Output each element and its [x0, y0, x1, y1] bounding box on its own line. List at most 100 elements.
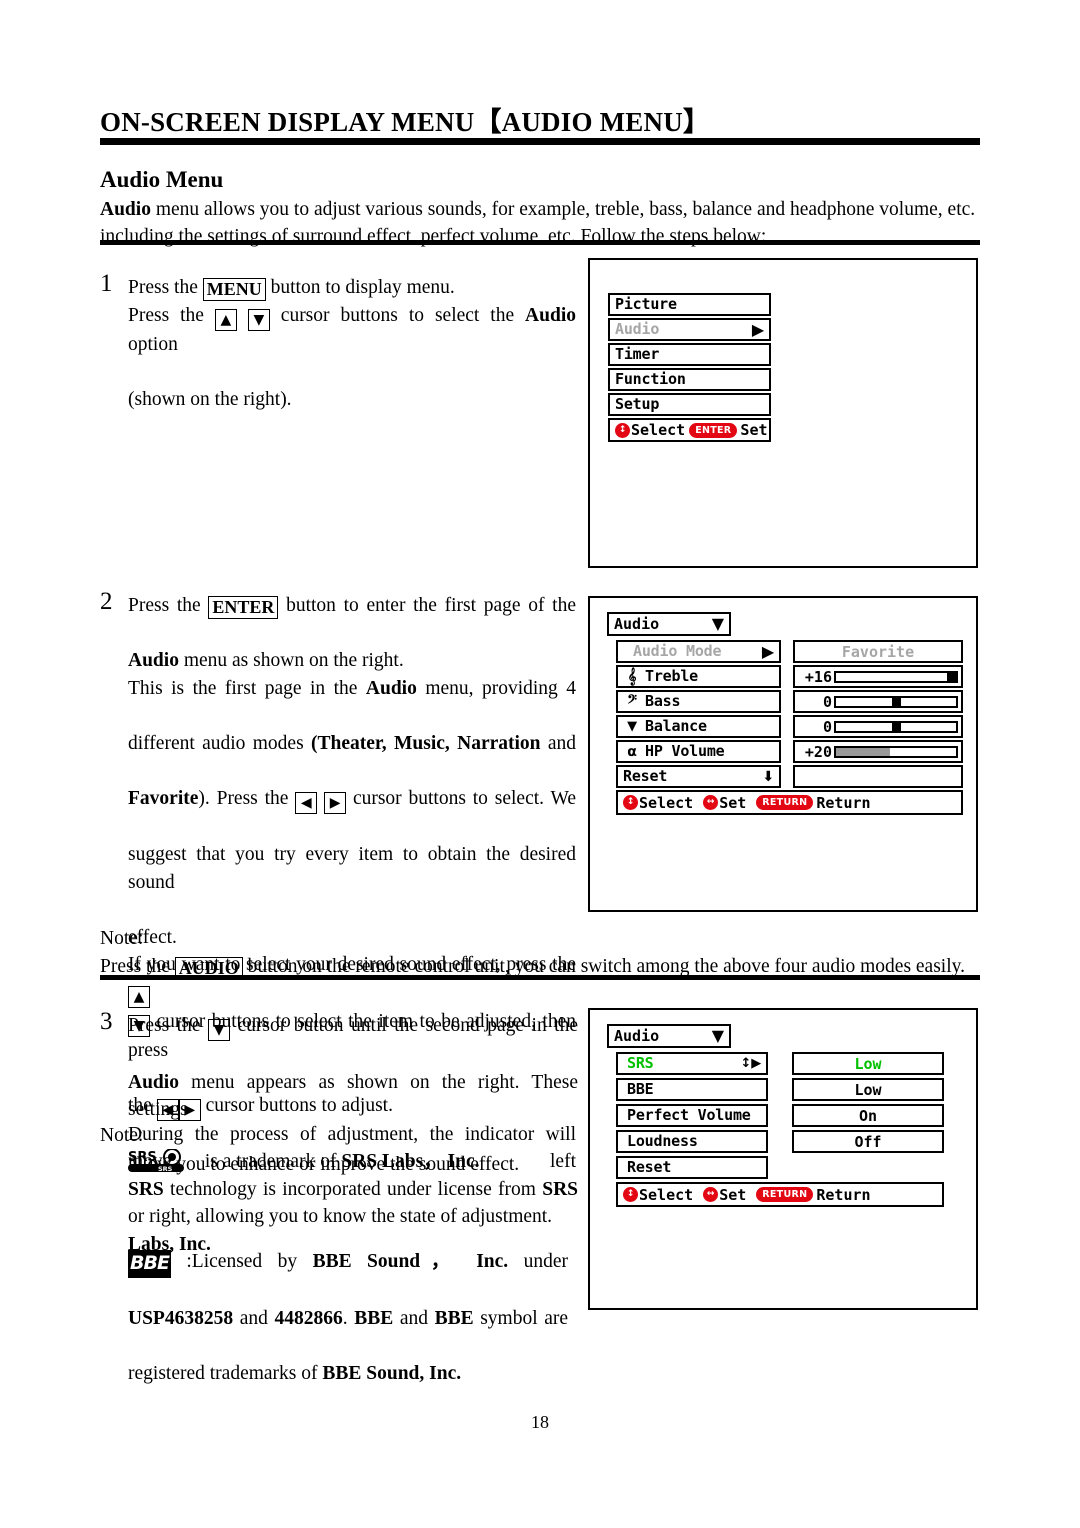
bbe-l2end: symbol are [473, 1308, 569, 1329]
osd-menu-item-setup[interactable]: Setup [608, 393, 771, 416]
menu-keycap[interactable]: MENU [202, 278, 266, 301]
srs-l2-b1: SRS [128, 1178, 164, 1200]
bass-clef-icon: 𝄢 [627, 692, 637, 710]
step1-l1a: Press the [128, 277, 203, 298]
bbe-l2b1: USP4638258 [128, 1308, 234, 1329]
note-label: Note: [100, 928, 144, 949]
step1-l2b: cursor buttons to select the [269, 304, 526, 326]
bbe-l2b2: 4482866 [274, 1308, 343, 1329]
step2-l2rest: menu as shown on the right. [178, 650, 404, 671]
note-label: Note: [100, 1125, 144, 1146]
page-number: 18 [531, 1412, 549, 1432]
step2-l6: suggest that you try every item to obtai… [128, 844, 576, 893]
hp-volume-slider[interactable] [834, 745, 958, 758]
osd-row-audio-mode[interactable]: Audio Mode ▶ Favorite [616, 640, 964, 663]
hint-set: ↔ Set [703, 794, 746, 812]
osd-row-srs[interactable]: SRS ↕▶ Low [616, 1052, 946, 1075]
note-rule [100, 975, 980, 980]
down-arrow-icon[interactable]: ▼ [207, 1019, 230, 1041]
hint-return: RETURN Return [756, 1186, 871, 1204]
chevron-down-icon: ▼ [711, 1026, 724, 1045]
down-arrow-icon[interactable]: ▼ [247, 308, 270, 331]
osd-row-label: Perfect Volume [627, 1106, 751, 1124]
step1-l2bold: Audio [525, 304, 576, 326]
chevron-down-icon: ▼ [711, 614, 724, 633]
updown-arrow-icon: ↕ [623, 1187, 638, 1202]
up-arrow-icon[interactable]: ▲ [128, 985, 150, 1008]
osd-main-menu-list: Picture Audio ▶ Timer Function Setup ↕ S… [608, 293, 771, 442]
osd-audio-title: Audio ▼ [607, 612, 731, 636]
treble-clef-icon: 𝄞 [627, 667, 637, 685]
step2-l3bold: Audio [365, 677, 417, 699]
right-arrow-icon: ▶ [761, 641, 774, 661]
balance-icon: ▼ [627, 719, 637, 734]
hint-select-label: Select [639, 793, 694, 812]
srs-l2-b2: SRS [542, 1178, 578, 1200]
bass-slider[interactable] [834, 695, 958, 708]
osd-row-reset[interactable]: Reset [616, 1156, 946, 1179]
svg-text:SRS: SRS [128, 1150, 157, 1165]
step2-l2bold: Audio [128, 650, 179, 671]
osd-row-treble[interactable]: 𝄞 Treble +16 [616, 665, 964, 688]
note1-b: button on the remote control unit, you c… [242, 955, 965, 977]
osd-row-hp-volume[interactable]: ⍺ HP Volume +20 [616, 740, 964, 763]
srs-trademark-block: SRS SRS is a trademark of SRS Labs， Inc.… [128, 1148, 578, 1258]
osd-row-reset[interactable]: Reset ⬇ [616, 765, 964, 788]
step2-l5a: ). Press the [198, 787, 296, 809]
osd-menu-item-audio[interactable]: Audio ▶ [608, 318, 771, 341]
osd-row-value: +20 [804, 742, 832, 761]
srs-logo: SRS SRS [128, 1148, 200, 1173]
note-1: Note: Press the AUDIO button on the remo… [100, 925, 982, 980]
osd-row-balance[interactable]: ▼ Balance 0 [616, 715, 964, 738]
up-arrow-icon[interactable]: ▲ [214, 308, 237, 331]
osd-row-bass[interactable]: 𝄢 Bass 0 [616, 690, 964, 713]
osd-row-bbe[interactable]: BBE Low [616, 1078, 946, 1101]
srs-l2-mid: technology is incorporated under license… [163, 1178, 543, 1200]
osd-menu-item-label: Function [615, 370, 686, 388]
step1-l2a: Press the [128, 304, 215, 326]
updown-arrow-icon: ↕ [615, 422, 630, 438]
leftright-arrow-icon: ↔ [703, 1187, 719, 1202]
osd-row-loudness[interactable]: Loudness Off [616, 1130, 946, 1153]
intro-line1: menu allows you to adjust various sounds… [150, 199, 976, 220]
step1-l3: (shown on the right). [128, 388, 292, 410]
right-arrow-icon[interactable]: ▶ [324, 791, 347, 814]
slider-fill [836, 747, 890, 756]
osd-menu-item-timer[interactable]: Timer [608, 343, 771, 366]
osd-menu-item-picture[interactable]: Picture [608, 293, 771, 316]
step2-l4bold: (Theater, Music, Narration [311, 732, 541, 754]
manual-page: ON-SCREEN DISPLAY MENU【AUDIO MENU】 Audio… [0, 0, 1080, 1528]
osd-row-value-blank [793, 765, 963, 788]
step2-l5b: cursor buttons to select. We [346, 787, 577, 809]
step2-l1a: Press the [128, 595, 209, 616]
osd-row-value: Favorite [841, 642, 915, 661]
left-arrow-icon[interactable]: ◀ [295, 791, 318, 814]
slider-knob [892, 722, 901, 731]
osd-main-menu-hintbar: ↕ Select ENTER Set [608, 418, 771, 442]
balance-slider[interactable] [834, 720, 958, 733]
leftright-arrow-icon: ↔ [703, 795, 719, 810]
treble-slider[interactable] [834, 670, 958, 683]
bbe-trademark-block: BBE :Licensed by BBE Sound， Inc. under U… [128, 1248, 568, 1388]
osd-row-label: BBE [627, 1080, 654, 1098]
osd-audio-page1-screen: Audio ▼ Audio Mode ▶ Favorite 𝄞 Treble +… [588, 596, 978, 912]
step2-l5bold: Favorite [128, 787, 199, 809]
osd-audio-page2-screen: Audio ▼ SRS ↕▶ Low BBE Low Perfect Volum… [588, 1008, 978, 1310]
osd-audio-title-label: Audio [614, 615, 660, 633]
bbe-l2b3: BBE [354, 1308, 394, 1329]
intro-bold-audio: Audio [100, 199, 151, 220]
osd-menu-item-label: Audio [615, 320, 660, 338]
osd-row-label: Reset [627, 1158, 672, 1176]
osd-row-perfect-volume[interactable]: Perfect Volume On [616, 1104, 946, 1127]
hint-return: RETURN Return [756, 794, 871, 812]
osd-audio-title-label: Audio [614, 1027, 660, 1045]
updown-arrow-icon: ↕ [623, 795, 638, 810]
title-rule [100, 138, 980, 145]
hint-select-label: Select [631, 421, 686, 439]
osd-menu-item-function[interactable]: Function [608, 368, 771, 391]
osd-row-label: Balance [645, 717, 707, 735]
bbe-l1bold: BBE Sound， Inc. [312, 1251, 509, 1272]
note1-a: Press the [100, 955, 175, 977]
enter-keycap[interactable]: ENTER [208, 596, 279, 619]
osd-row-value: On [858, 1106, 878, 1125]
